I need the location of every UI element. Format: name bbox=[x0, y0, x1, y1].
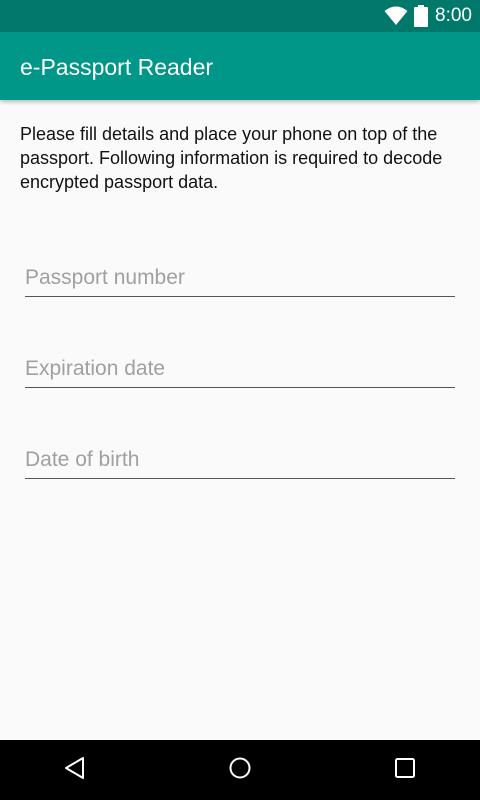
main-content: Please fill details and place your phone… bbox=[20, 122, 460, 194]
battery-icon bbox=[414, 5, 429, 27]
recents-button[interactable] bbox=[375, 740, 435, 800]
instructions-text: Please fill details and place your phone… bbox=[20, 124, 443, 192]
date-of-birth-field[interactable] bbox=[25, 444, 455, 479]
back-button[interactable] bbox=[45, 740, 105, 800]
screen: 8:00 e-Passport Reader Please fill detai… bbox=[0, 0, 480, 800]
home-icon bbox=[228, 756, 252, 785]
home-button[interactable] bbox=[210, 740, 270, 800]
wifi-icon bbox=[384, 6, 408, 26]
back-icon bbox=[64, 756, 86, 785]
expiration-date-field[interactable] bbox=[25, 353, 455, 388]
app-bar: e-Passport Reader bbox=[0, 32, 480, 100]
passport-number-field[interactable] bbox=[25, 262, 455, 297]
status-bar: 8:00 bbox=[0, 0, 480, 32]
date-of-birth-input[interactable] bbox=[25, 448, 455, 472]
expiration-date-input[interactable] bbox=[25, 357, 455, 381]
navigation-bar bbox=[0, 740, 480, 800]
app-title: e-Passport Reader bbox=[20, 54, 214, 80]
status-time: 8:00 bbox=[435, 5, 472, 26]
passport-number-input[interactable] bbox=[25, 266, 455, 290]
status-icons: 8:00 bbox=[384, 0, 472, 32]
recents-icon bbox=[394, 757, 416, 784]
